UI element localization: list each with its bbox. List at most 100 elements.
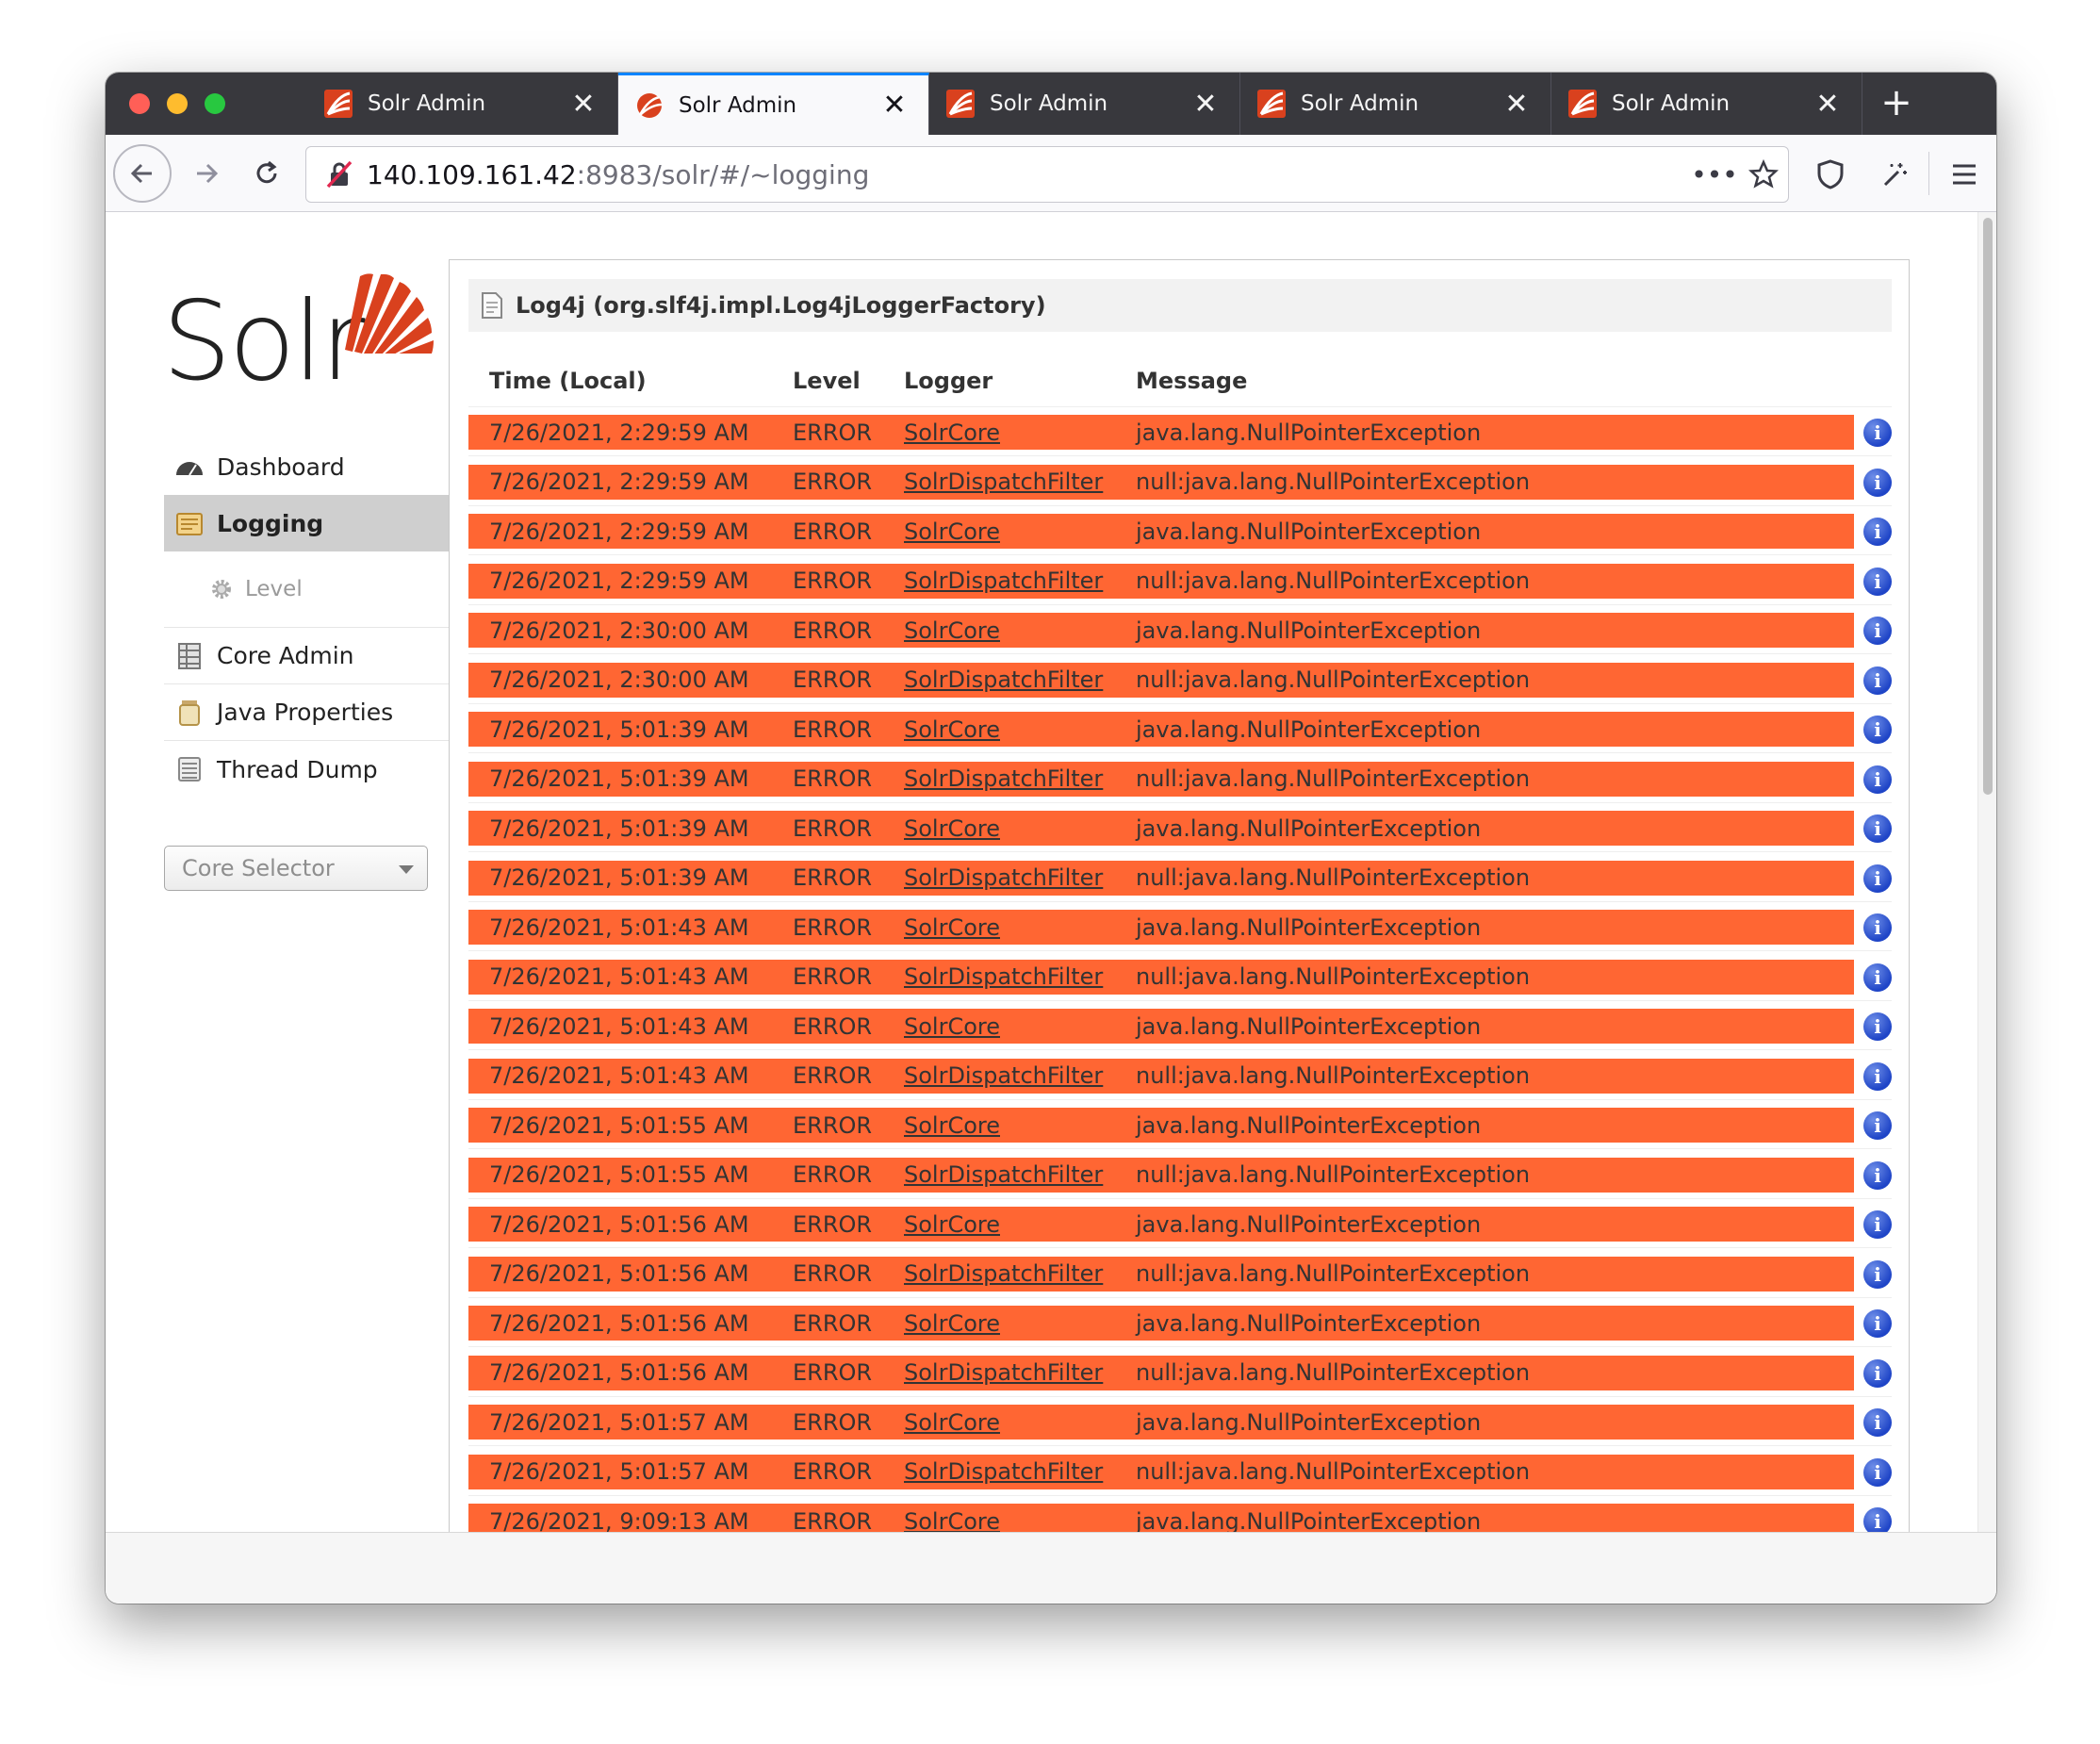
- log-logger-link[interactable]: SolrDispatchFilter: [904, 469, 1103, 495]
- log-logger-link[interactable]: SolrCore: [904, 420, 1000, 446]
- reload-icon[interactable]: [238, 144, 296, 203]
- solr-logo[interactable]: Solr: [162, 269, 435, 405]
- new-tab-plus-icon[interactable]: +: [1870, 80, 1923, 129]
- sidebar-item-dashboard[interactable]: Dashboard: [164, 438, 449, 495]
- log-logger-link[interactable]: SolrCore: [904, 1508, 1000, 1533]
- hamburger-menu-icon[interactable]: [1936, 146, 1993, 203]
- log-logger-link[interactable]: SolrDispatchFilter: [904, 1458, 1103, 1485]
- log-time: 7/26/2021, 2:30:00 AM: [489, 666, 749, 693]
- tab-title: Solr Admin: [990, 91, 1108, 116]
- log-logger-link[interactable]: SolrCore: [904, 1211, 1000, 1238]
- info-icon[interactable]: i: [1863, 913, 1892, 942]
- url-bar[interactable]: 140.109.161.42:8983/solr/#/~logging •••: [305, 146, 1789, 203]
- scrollbar-thumb[interactable]: [1983, 218, 1993, 795]
- sidebar-item-label: Thread Dump: [217, 755, 378, 783]
- info-icon[interactable]: i: [1863, 765, 1892, 794]
- insecure-lock-icon[interactable]: [316, 156, 363, 193]
- info-icon[interactable]: i: [1863, 617, 1892, 645]
- log-logger-link[interactable]: SolrCore: [904, 1409, 1000, 1436]
- info-icon[interactable]: i: [1863, 419, 1892, 447]
- log-row-bar: 7/26/2021, 5:01:57 AM ERROR SolrDispatchFi…: [468, 1454, 1854, 1489]
- log-message: null:java.lang.NullPointerException: [1136, 963, 1531, 990]
- log-logger-link[interactable]: SolrDispatchFilter: [904, 666, 1103, 693]
- log-row-bar: 7/26/2021, 5:01:39 AM ERROR SolrCore java.l…: [468, 811, 1854, 846]
- log-level: ERROR: [793, 814, 873, 842]
- info-icon[interactable]: i: [1863, 666, 1892, 695]
- sidebar-item-java-properties[interactable]: Java Properties: [164, 684, 449, 741]
- url-text[interactable]: 140.109.161.42:8983/solr/#/~logging: [367, 159, 1690, 190]
- browser-tab[interactable]: Solr Admin ✕: [1551, 73, 1862, 135]
- log-logger-link[interactable]: SolrDispatchFilter: [904, 1161, 1103, 1188]
- window-maximize-button[interactable]: [205, 93, 225, 114]
- sidebar-item-core-admin[interactable]: Core Admin: [164, 628, 449, 684]
- log-logger-link[interactable]: SolrDispatchFilter: [904, 963, 1103, 990]
- log-logger-link[interactable]: SolrCore: [904, 617, 1000, 644]
- row-separator: [468, 999, 1892, 1001]
- bookmark-star-icon[interactable]: [1739, 150, 1788, 199]
- info-icon[interactable]: i: [1863, 1358, 1892, 1388]
- tab-close-icon[interactable]: ✕: [1185, 88, 1226, 121]
- row-separator: [468, 801, 1892, 803]
- row-separator: [468, 1098, 1892, 1100]
- log-logger-link[interactable]: SolrDispatchFilter: [904, 1062, 1103, 1089]
- info-icon[interactable]: i: [1863, 814, 1892, 843]
- sidebar-item-thread-dump[interactable]: Thread Dump: [164, 741, 449, 798]
- log-row-bar: 7/26/2021, 2:30:00 AM ERROR SolrCore java.l…: [468, 613, 1854, 648]
- info-icon[interactable]: i: [1863, 1309, 1892, 1338]
- log-message: java.lang.NullPointerException: [1136, 913, 1482, 941]
- info-icon[interactable]: i: [1863, 1457, 1892, 1487]
- extension-wand-icon[interactable]: [1866, 146, 1923, 203]
- log-logger-link[interactable]: SolrDispatchFilter: [904, 1359, 1103, 1386]
- core-selector-dropdown[interactable]: Core Selector: [164, 846, 428, 891]
- info-icon[interactable]: i: [1863, 962, 1892, 992]
- info-icon[interactable]: i: [1863, 1061, 1892, 1091]
- page-scrollbar[interactable]: [1977, 212, 1996, 1532]
- sidebar-item-label: Dashboard: [217, 452, 345, 481]
- info-icon[interactable]: i: [1863, 1259, 1892, 1289]
- tab-close-icon[interactable]: ✕: [874, 89, 915, 122]
- window-minimize-button[interactable]: [167, 93, 188, 114]
- log-logger-link[interactable]: SolrCore: [904, 716, 1000, 743]
- log-logger-link[interactable]: SolrCore: [904, 914, 1000, 941]
- chevron-down-icon: [399, 865, 414, 874]
- log-message: java.lang.NullPointerException: [1136, 716, 1482, 743]
- log-row: 7/26/2021, 5:01:39 AM ERROR SolrDispatchFi…: [468, 761, 1892, 812]
- log-logger-link[interactable]: SolrDispatchFilter: [904, 568, 1103, 594]
- info-icon[interactable]: i: [1863, 1012, 1892, 1041]
- browser-tab[interactable]: Solr Admin ✕: [307, 73, 618, 135]
- browser-tab[interactable]: Solr Admin ✕: [1240, 73, 1551, 135]
- tracking-shield-icon[interactable]: [1802, 146, 1859, 203]
- tab-close-icon[interactable]: ✕: [1496, 88, 1537, 121]
- navigation-toolbar: 140.109.161.42:8983/solr/#/~logging •••: [106, 135, 1996, 212]
- tab-close-icon[interactable]: ✕: [1807, 88, 1848, 121]
- info-icon[interactable]: i: [1863, 864, 1892, 893]
- browser-tab[interactable]: Solr Admin ✕: [929, 73, 1240, 135]
- log-logger-link[interactable]: SolrDispatchFilter: [904, 864, 1103, 891]
- info-icon[interactable]: i: [1863, 716, 1892, 744]
- log-message: null:java.lang.NullPointerException: [1136, 1260, 1531, 1287]
- info-icon[interactable]: i: [1863, 1210, 1892, 1239]
- sidebar-item-logging[interactable]: Logging: [164, 495, 449, 551]
- log-logger-link[interactable]: SolrCore: [904, 1310, 1000, 1337]
- back-arrow-icon[interactable]: [113, 144, 172, 203]
- info-icon[interactable]: i: [1863, 1160, 1892, 1190]
- info-icon[interactable]: i: [1863, 1408, 1892, 1437]
- tab-close-icon[interactable]: ✕: [563, 88, 604, 121]
- info-icon[interactable]: i: [1863, 518, 1892, 546]
- log-logger-link[interactable]: SolrCore: [904, 815, 1000, 842]
- log-logger-link[interactable]: SolrDispatchFilter: [904, 765, 1103, 792]
- log-logger-link[interactable]: SolrCore: [904, 518, 1000, 545]
- info-icon[interactable]: i: [1863, 1111, 1892, 1140]
- log-logger-link[interactable]: SolrCore: [904, 1112, 1000, 1139]
- sidebar-item-level[interactable]: Level: [164, 551, 449, 627]
- info-icon[interactable]: i: [1863, 567, 1892, 596]
- page-actions-more-icon[interactable]: •••: [1690, 150, 1739, 199]
- log-level: ERROR: [793, 1359, 873, 1386]
- forward-arrow-icon[interactable]: [177, 144, 236, 203]
- window-close-button[interactable]: [129, 93, 150, 114]
- browser-tab-active[interactable]: Solr Admin ✕: [618, 73, 929, 135]
- info-icon[interactable]: i: [1863, 468, 1892, 497]
- log-logger-link[interactable]: SolrDispatchFilter: [904, 1260, 1103, 1287]
- info-icon[interactable]: i: [1863, 1507, 1892, 1532]
- log-logger-link[interactable]: SolrCore: [904, 1013, 1000, 1040]
